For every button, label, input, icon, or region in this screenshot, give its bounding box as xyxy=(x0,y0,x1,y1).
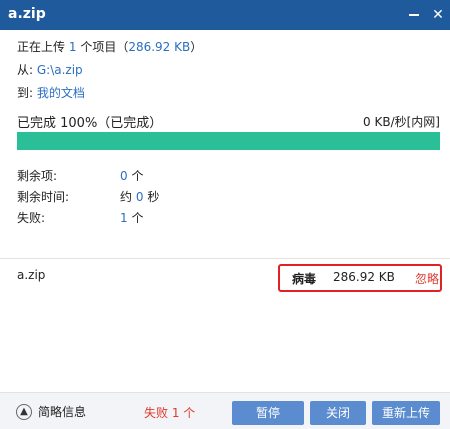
failed-label: 失败: xyxy=(17,211,46,225)
remaining-time-unit: 秒 xyxy=(147,190,160,204)
fail-summary: 失败 1 个 xyxy=(144,406,196,420)
to-label: 到: xyxy=(17,86,34,100)
remaining-items-label: 剩余项: xyxy=(17,169,58,183)
remaining-items-count: 0 xyxy=(120,169,128,183)
ignore-link[interactable]: 忽略 xyxy=(415,270,439,287)
virus-status: 病毒 xyxy=(292,272,317,286)
close-icon[interactable]: ✕ xyxy=(428,5,448,25)
network-type: [内网] xyxy=(406,115,440,129)
remaining-time-count: 0 xyxy=(135,190,144,204)
remaining-time-value: 约 0 秒 xyxy=(120,188,159,205)
close-paren: ） xyxy=(190,40,203,54)
item-count: 1 xyxy=(68,40,77,54)
file-size: 286.92 KB xyxy=(333,270,395,284)
progress-status: 已完成 100%（已完成） xyxy=(17,116,163,131)
upload-summary: 正在上传 1 个项目（286.92 KB） xyxy=(17,38,202,55)
window-title: a.zip xyxy=(8,6,46,22)
summary-label: 简略信息 xyxy=(38,405,87,419)
pause-button[interactable]: 暂停 xyxy=(232,401,304,425)
remaining-time-label: 剩余时间: xyxy=(17,190,70,204)
uploading-prefix: 正在上传 xyxy=(17,40,66,54)
file-row-name: a.zip xyxy=(17,268,46,282)
divider xyxy=(0,258,450,259)
title-bar: a.zip ✕ xyxy=(0,0,450,30)
item-text: 个项目（ xyxy=(80,40,129,54)
summary-toggle[interactable]: ▲ 简略信息 xyxy=(16,403,86,420)
remaining-items-unit: 个 xyxy=(131,169,144,183)
source-path-link[interactable]: G:\a.zip xyxy=(37,63,83,77)
close-button[interactable]: 关闭 xyxy=(310,401,366,425)
failed-unit: 个 xyxy=(131,211,144,225)
destination-link[interactable]: 我的文档 xyxy=(37,86,85,100)
total-size: 286.92 KB xyxy=(128,40,191,54)
source-row: 从: G:\a.zip xyxy=(17,61,83,78)
chevron-up-icon: ▲ xyxy=(16,403,32,420)
speed-readout: 0 KB/秒[内网] xyxy=(363,113,440,130)
from-label: 从: xyxy=(17,63,34,77)
remaining-time-prefix: 约 xyxy=(120,190,133,204)
remaining-items-value: 0 个 xyxy=(120,167,143,184)
failed-count: 1 xyxy=(120,211,128,225)
footer-bar: ▲ 简略信息 失败 1 个 暂停 关闭 重新上传 xyxy=(0,392,450,429)
failed-value: 1 个 xyxy=(120,209,143,226)
progress-bar xyxy=(17,132,440,150)
minimize-icon xyxy=(409,14,419,16)
reupload-button[interactable]: 重新上传 xyxy=(372,401,440,425)
minimize-button[interactable] xyxy=(404,5,424,25)
progress-fill xyxy=(17,132,440,150)
speed-value: 0 KB/秒 xyxy=(363,115,407,129)
destination-row: 到: 我的文档 xyxy=(17,84,85,101)
